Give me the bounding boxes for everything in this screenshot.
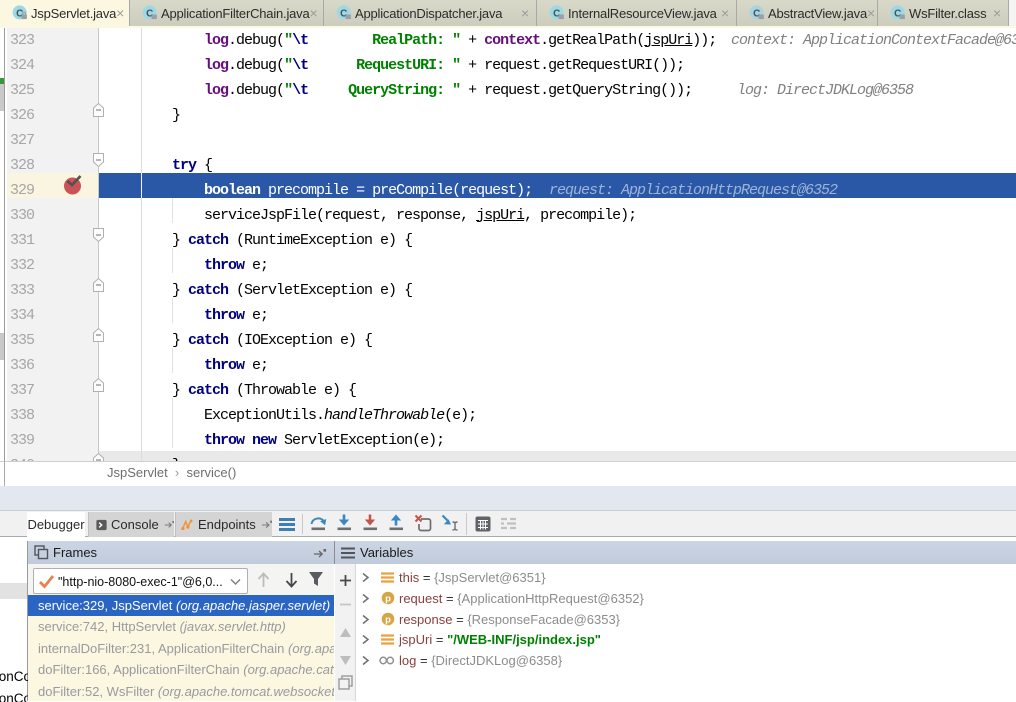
svg-text:p: p xyxy=(385,614,391,625)
svg-text:p: p xyxy=(385,594,391,605)
